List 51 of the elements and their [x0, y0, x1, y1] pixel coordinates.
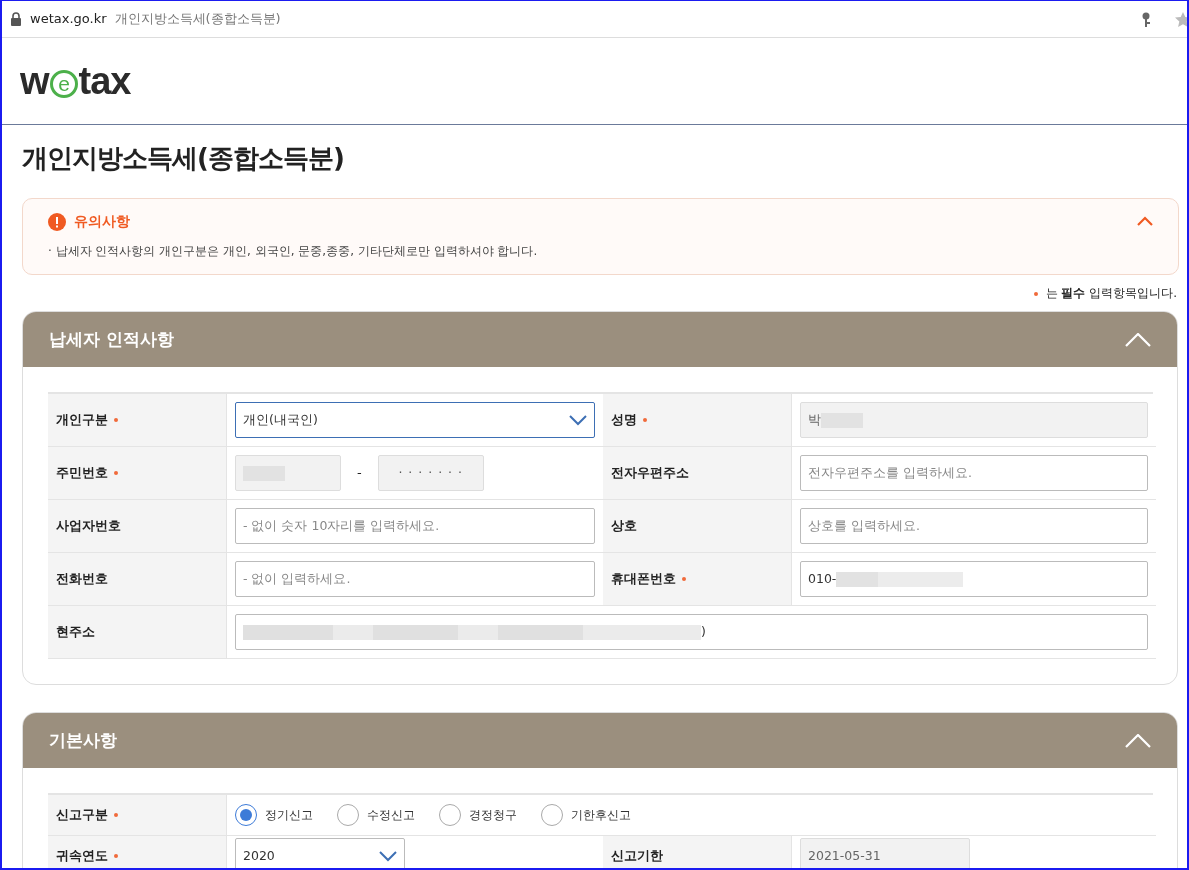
- chevron-up-icon[interactable]: [1137, 216, 1153, 227]
- field-label: 전자우편주소: [611, 464, 689, 483]
- browser-page-title: 개인지방소득세(종합소득분): [114, 10, 281, 29]
- required-dot-icon: [114, 854, 118, 858]
- chevron-down-icon: [379, 850, 397, 862]
- radio-button[interactable]: [235, 804, 257, 826]
- field-label: 현주소: [56, 623, 95, 642]
- section-title: 납세자 인적사항: [49, 327, 175, 351]
- radio-label: 수정신고: [367, 807, 415, 824]
- input-field[interactable]: 상호를 입력하세요.: [800, 508, 1148, 544]
- required-dot-icon: [682, 577, 686, 581]
- warning-icon: [48, 212, 66, 231]
- required-dot-icon: [114, 813, 118, 817]
- field-label: 전화번호: [56, 570, 108, 589]
- notice-text: · 납세자 인적사항의 개인구분은 개인, 외국인, 문중,종중, 기타단체로만 입력하셔야 합니다.: [48, 243, 539, 260]
- radio-button[interactable]: [541, 804, 563, 826]
- field-label: 사업자번호: [56, 517, 121, 536]
- required-dot-icon: [643, 418, 647, 422]
- input-field[interactable]: 전자우편주소를 입력하세요.: [800, 455, 1148, 491]
- field-label: 신고기한: [611, 847, 663, 866]
- separator: -: [357, 464, 362, 483]
- input-field[interactable]: ): [235, 614, 1148, 650]
- required-dot-icon: [1033, 291, 1038, 296]
- radio-label: 정기신고: [265, 807, 313, 824]
- required-dot-icon: [114, 471, 118, 475]
- input-field[interactable]: 010-: [800, 561, 1148, 597]
- address-domain: wetax.go.kr: [30, 10, 107, 29]
- field-label: 신고구분: [56, 806, 108, 825]
- lock-icon: [10, 12, 22, 26]
- field-label: 개인구분: [56, 411, 108, 430]
- notice-title: 유의사항: [74, 212, 130, 231]
- field-label: 주민번호: [56, 464, 108, 483]
- field-label: 상호: [611, 517, 637, 536]
- star-icon: [1175, 11, 1187, 27]
- radio-button[interactable]: [439, 804, 461, 826]
- select-field[interactable]: 2020: [235, 838, 405, 868]
- radio-label: 기한후신고: [571, 807, 631, 824]
- radio-label: 경정청구: [469, 807, 517, 824]
- required-note: 는 필수 입력항목입니다.: [1045, 286, 1177, 300]
- field-label: 성명: [611, 411, 637, 430]
- radio-button[interactable]: [337, 804, 359, 826]
- page-heading: 개인지방소득세(종합소득분): [22, 142, 345, 175]
- field-label: 휴대폰번호: [611, 570, 676, 589]
- input-field[interactable]: - 없이 입력하세요.: [235, 561, 595, 597]
- section-title: 기본사항: [49, 728, 118, 752]
- input-field[interactable]: - 없이 숫자 10자리를 입력하세요.: [235, 508, 595, 544]
- chevron-down-icon: [569, 414, 587, 426]
- required-dot-icon: [114, 418, 118, 422]
- field-label: 귀속연도: [56, 847, 108, 866]
- key-icon: [1141, 11, 1151, 27]
- select-field[interactable]: 개인(내국인): [235, 402, 595, 438]
